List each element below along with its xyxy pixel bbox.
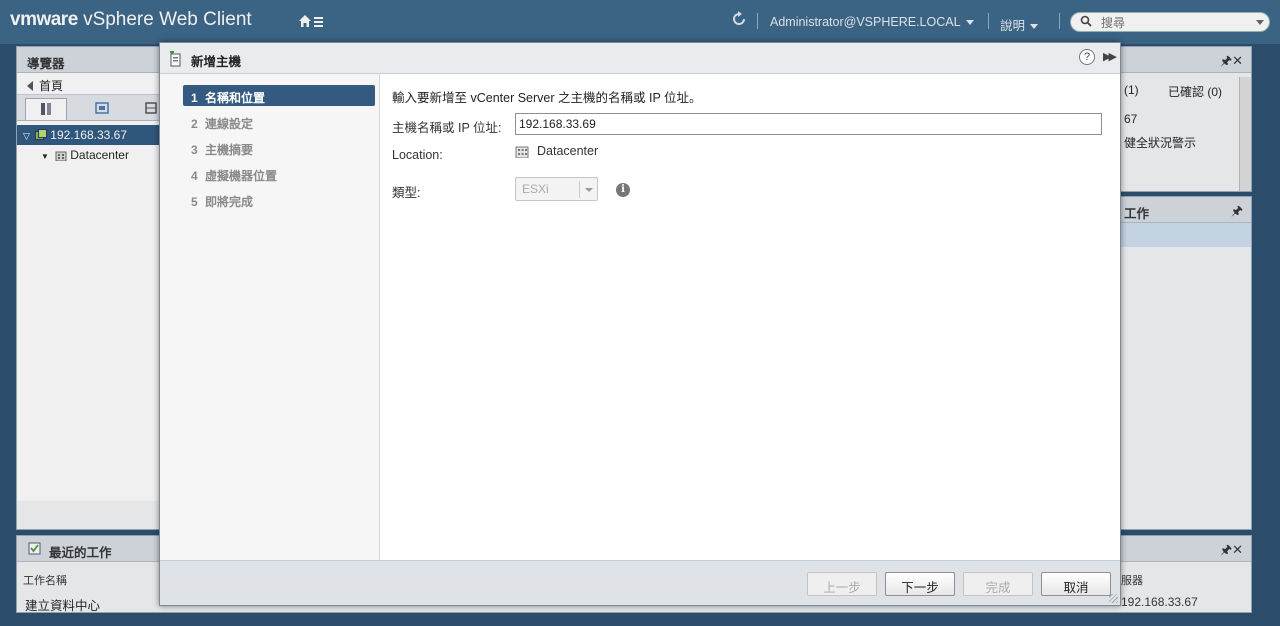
- step-label: 名稱和位置: [205, 91, 266, 105]
- select-divider: [579, 181, 580, 198]
- step-label: 連線設定: [205, 117, 254, 131]
- dialog-title: 新增主機: [191, 55, 242, 69]
- step-label: 主機摘要: [205, 143, 254, 157]
- help-icon[interactable]: ?: [1079, 49, 1095, 65]
- datacenter-icon: [515, 146, 529, 158]
- step-number: 4: [191, 169, 198, 183]
- resize-grip-icon[interactable]: [1109, 594, 1118, 603]
- location-value: Datacenter: [515, 144, 598, 158]
- dialog-titlebar: 新增主機 ? ▶▶: [160, 43, 1120, 74]
- step-1-name-location[interactable]: 1 名稱和位置: [183, 85, 375, 106]
- step-2-connection-settings[interactable]: 2 連線設定: [183, 111, 375, 132]
- dialog-footer: 上一步 下一步 完成 取消: [160, 560, 1120, 605]
- finish-button[interactable]: 完成: [963, 572, 1033, 596]
- host-type-select[interactable]: ESXi: [515, 177, 598, 201]
- host-name-input[interactable]: [515, 113, 1102, 135]
- step-label: 即將完成: [205, 195, 254, 209]
- step-number: 5: [191, 195, 198, 209]
- intro-text: 輸入要新增至 vCenter Server 之主機的名稱或 IP 位址。: [392, 91, 702, 105]
- step-3-host-summary[interactable]: 3 主機摘要: [183, 137, 375, 158]
- location-name: Datacenter: [537, 144, 599, 158]
- cancel-button[interactable]: 取消: [1041, 572, 1111, 596]
- back-button[interactable]: 上一步: [807, 572, 877, 596]
- step-label: 虛擬機器位置: [205, 169, 278, 183]
- location-label: Location:: [392, 148, 443, 162]
- host-name-label: 主機名稱或 IP 位址:: [392, 121, 502, 135]
- add-host-icon: [170, 51, 181, 67]
- step-number: 1: [191, 91, 198, 105]
- host-type-value: ESXi: [522, 182, 549, 196]
- step-4-vm-location[interactable]: 4 虛擬機器位置: [183, 163, 375, 184]
- step-5-ready-to-complete[interactable]: 5 即將完成: [183, 189, 375, 210]
- wizard-steps: 1 名稱和位置 2 連線設定 3 主機摘要 4 虛擬機器位置 5 即將完成: [160, 74, 380, 560]
- info-icon[interactable]: i: [616, 183, 630, 197]
- chevron-down-icon: [585, 188, 593, 192]
- step-number: 3: [191, 143, 198, 157]
- type-label: 類型:: [392, 186, 421, 200]
- next-button[interactable]: 下一步: [885, 572, 955, 596]
- wizard-content: 輸入要新增至 vCenter Server 之主機的名稱或 IP 位址。 主機名…: [381, 74, 1120, 560]
- add-host-dialog: 新增主機 ? ▶▶ 1 名稱和位置 2 連線設定 3 主機摘要 4 虛擬機器位置 5 即將…: [159, 42, 1121, 606]
- step-number: 2: [191, 117, 198, 131]
- expand-dialog-icon[interactable]: ▶▶: [1103, 50, 1117, 63]
